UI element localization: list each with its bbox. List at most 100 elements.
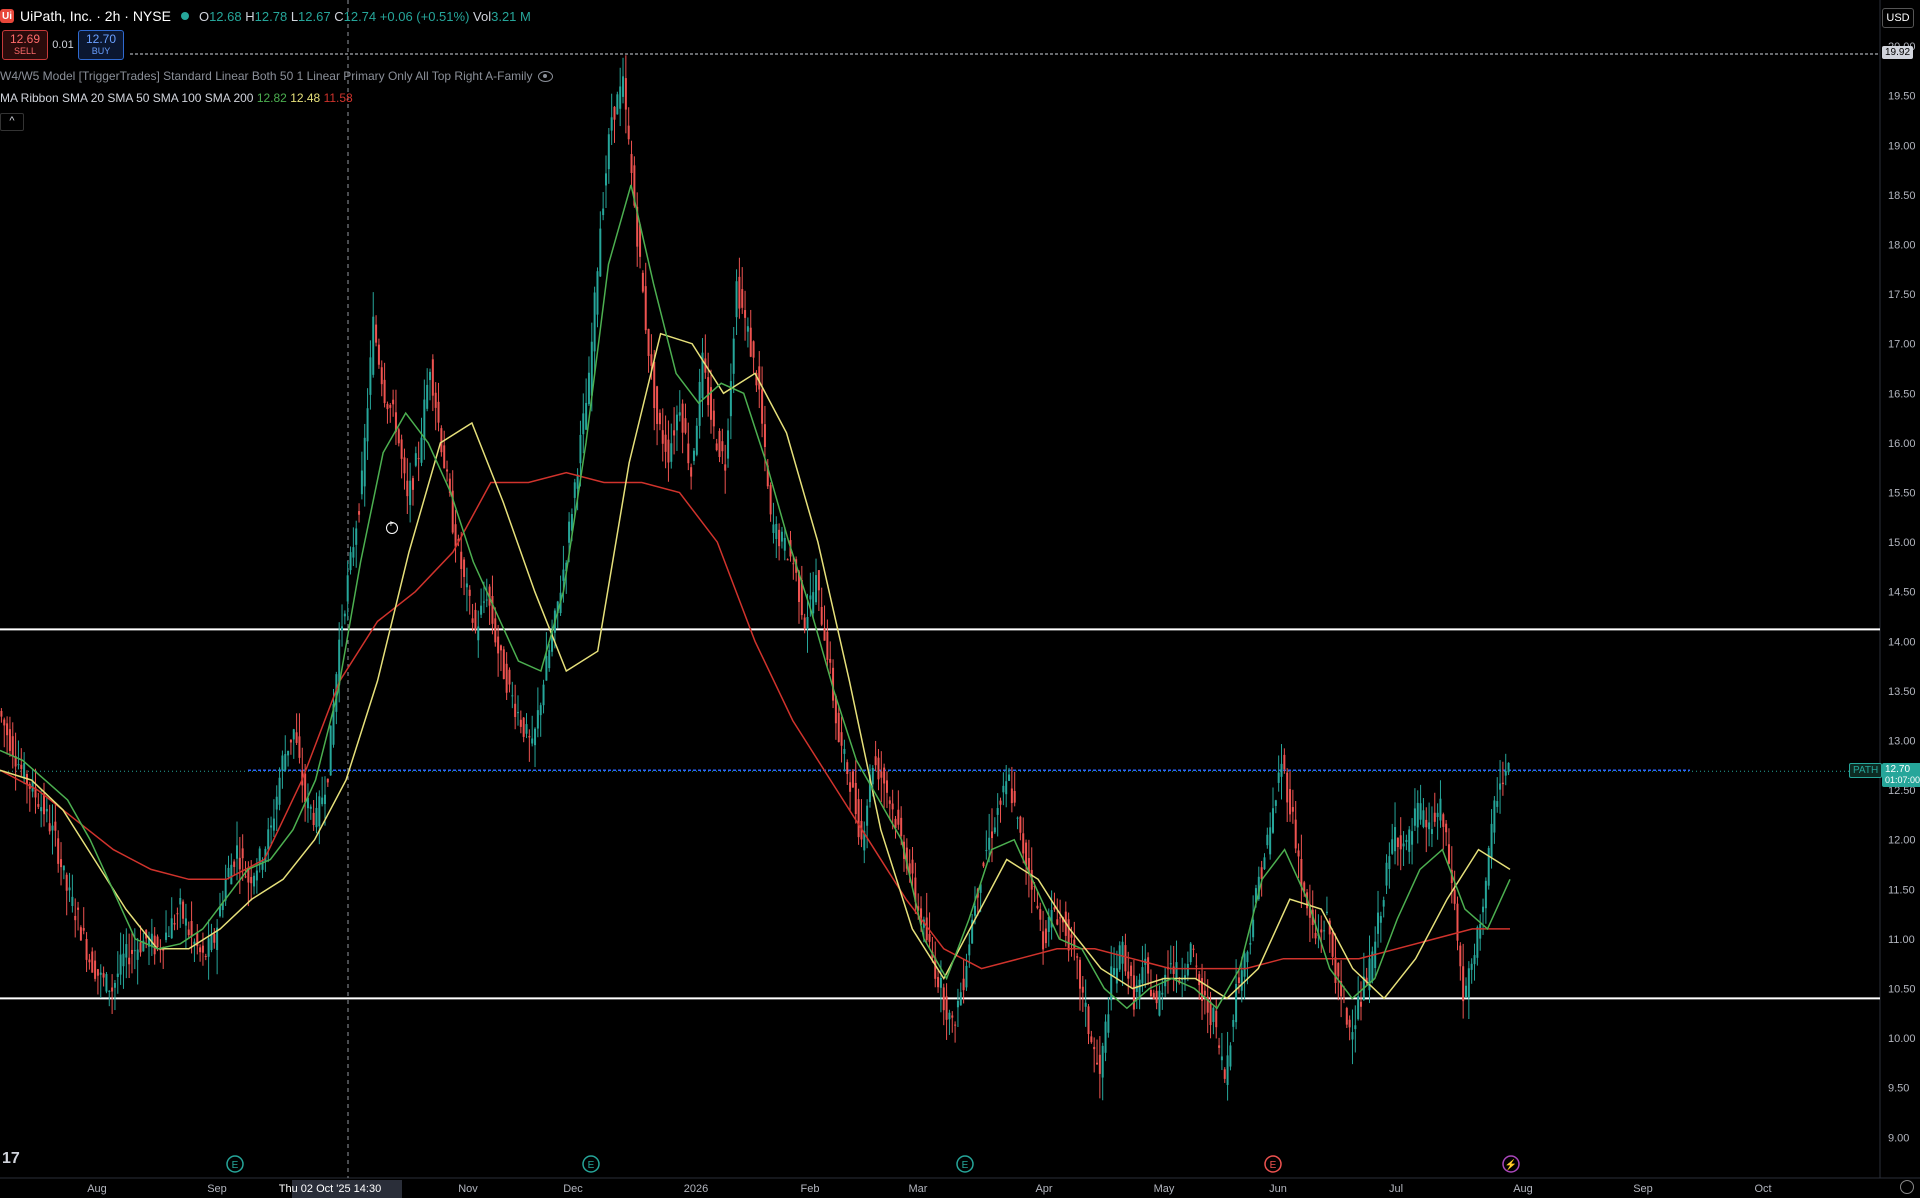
crosshair-cursor-icon	[386, 519, 398, 534]
currency-button[interactable]: USD	[1882, 8, 1914, 28]
candle-body	[525, 724, 528, 734]
candle-body	[236, 845, 239, 859]
candle-body	[1121, 941, 1124, 964]
candle-body	[528, 736, 531, 738]
candle-body	[1260, 867, 1263, 880]
x-tick-label: Jun	[1269, 1183, 1287, 1195]
settings-icon[interactable]	[1900, 1180, 1914, 1194]
candle-body	[1283, 754, 1286, 770]
candle-body	[630, 154, 633, 174]
y-tick-label: 11.50	[1888, 884, 1915, 896]
candle-body	[775, 523, 778, 540]
candle-body	[1044, 928, 1047, 944]
price-chart[interactable]: 20.0019.5019.0018.5018.0017.5017.0016.50…	[0, 0, 1920, 1198]
candle-body	[806, 617, 809, 630]
candle-body	[596, 271, 599, 315]
candle-body	[627, 125, 630, 140]
candle-body	[85, 939, 88, 960]
x-tick-label: Aug	[1513, 1183, 1533, 1195]
x-tick-label: 2026	[684, 1183, 708, 1195]
candle-body	[1487, 848, 1490, 886]
indicator-model-legend[interactable]: W4/W5 Model [TriggerTrades] Standard Lin…	[0, 69, 554, 83]
candle-body	[108, 990, 111, 992]
symbol-legend: Ui UiPath, Inc. · 2h · NYSE O12.68 H12.7…	[0, 8, 531, 24]
candle-body	[1504, 771, 1507, 776]
candle-body	[173, 923, 176, 925]
x-tick-label: Oct	[1754, 1183, 1771, 1195]
candle-body	[973, 905, 976, 916]
sell-button[interactable]: 12.69 SELL	[2, 30, 48, 60]
candle-body	[871, 767, 874, 785]
candle-body	[1337, 963, 1340, 977]
low-value: 12.67	[298, 8, 331, 24]
candle-body	[721, 441, 724, 452]
candle-body	[619, 86, 622, 109]
candle-body	[187, 929, 190, 936]
candle-body	[1192, 948, 1195, 950]
sma200-value: 11.58	[323, 91, 353, 105]
candle-body	[1056, 919, 1059, 925]
candle-body	[1453, 889, 1456, 904]
candle-body	[233, 861, 236, 867]
candle-body	[60, 859, 63, 868]
change-value: +0.06 (+0.51%)	[379, 8, 470, 24]
candle-body	[741, 289, 744, 308]
candle-body	[1484, 880, 1487, 909]
candle-body	[664, 434, 667, 452]
candle-body	[752, 341, 755, 358]
ma-ribbon-label: MA Ribbon SMA 20 SMA 50 SMA 100 SMA 200	[0, 91, 254, 105]
spread-value: 0.01	[52, 39, 74, 51]
candle-body	[1042, 931, 1045, 950]
candle-body	[130, 949, 133, 954]
candle-body	[380, 367, 383, 385]
candle-body	[891, 803, 894, 810]
candle-body	[786, 559, 789, 561]
candle-body	[287, 750, 290, 756]
candle-body	[1320, 929, 1323, 933]
symbol-title[interactable]: UiPath, Inc. · 2h · NYSE	[20, 8, 171, 24]
candle-body	[1115, 968, 1118, 984]
buy-button[interactable]: 12.70 BUY	[78, 30, 124, 60]
event-marker-label: E	[588, 1160, 595, 1171]
candle-body	[1070, 934, 1073, 938]
candle-body	[1289, 789, 1292, 815]
candle-body	[429, 371, 432, 381]
candle-body	[255, 870, 258, 881]
candle-body	[315, 807, 318, 828]
eye-icon[interactable]	[538, 70, 554, 82]
candle-body	[968, 944, 971, 956]
collapse-legend-button[interactable]: ^	[0, 113, 24, 131]
ma-ribbon-legend[interactable]: MA Ribbon SMA 20 SMA 50 SMA 100 SMA 200 …	[0, 91, 353, 105]
candle-body	[1237, 977, 1240, 983]
candle-body	[1408, 829, 1411, 852]
candle-body	[607, 134, 610, 170]
candle-body	[1022, 833, 1025, 854]
candle-body	[1493, 800, 1496, 833]
candle-body	[1391, 839, 1394, 854]
candle-body	[661, 430, 664, 444]
candle-body	[1016, 817, 1019, 819]
candle-body	[400, 439, 403, 459]
candle-body	[377, 344, 380, 365]
candle-body	[562, 569, 565, 581]
candle-body	[622, 76, 625, 97]
candle-body	[536, 710, 539, 729]
candle-body	[375, 324, 378, 343]
candle-body	[1249, 942, 1252, 945]
candle-body	[341, 626, 344, 631]
candle-body	[829, 658, 832, 663]
y-tick-label: 9.00	[1888, 1132, 1909, 1144]
candle-body	[96, 969, 99, 976]
candle-body	[23, 763, 26, 779]
candle-body	[542, 684, 545, 706]
crosshair-date-label: Thu 02 Oct '25 14:30	[279, 1183, 381, 1195]
candle-body	[1263, 857, 1266, 870]
x-tick-label: May	[1154, 1183, 1175, 1195]
volume-value: 3.21 M	[491, 8, 531, 24]
candle-body	[522, 717, 525, 737]
candle-body	[1277, 772, 1280, 783]
candle-body	[624, 78, 627, 110]
candle-body	[99, 972, 102, 975]
tradingview-logo-icon[interactable]: 17	[2, 1150, 20, 1168]
candle-body	[1442, 814, 1445, 827]
